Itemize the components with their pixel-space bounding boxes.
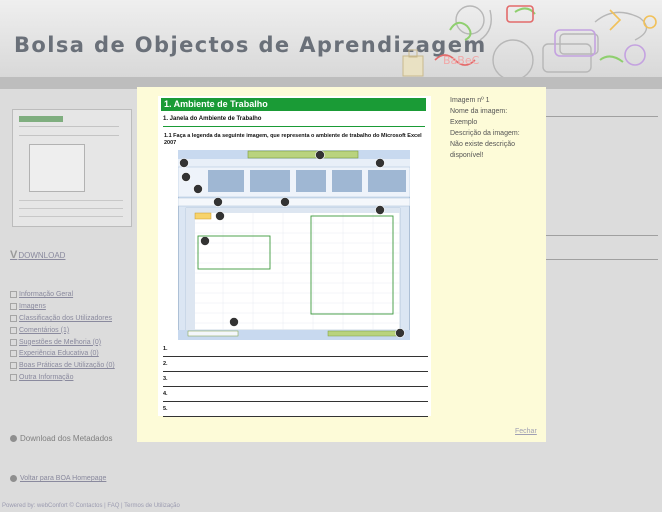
document-banner: 1. Ambiente de Trabalho	[161, 98, 426, 111]
plus-box-icon	[10, 303, 17, 311]
header-illustration: BaBeC	[402, 5, 657, 81]
download-link[interactable]: VDOWNLOAD	[10, 249, 65, 261]
plus-box-icon	[10, 338, 17, 346]
sidebar-item-boas-praticas[interactable]: Boas Práticas de Utilização (0)	[10, 360, 115, 372]
plus-box-icon	[10, 373, 17, 381]
sidebar-item-classificacao[interactable]: Classificação dos Utilizadores	[10, 313, 115, 325]
footer: Powered by: webConfort © Contactos | FAQ…	[2, 503, 180, 509]
image-number: Imagem nº 1	[450, 97, 490, 104]
divider	[545, 235, 658, 236]
subtitle-underline	[163, 126, 425, 127]
plus-box-icon	[10, 291, 17, 299]
document-subtitle: 1. Janela do Ambiente de Trabalho	[163, 116, 262, 122]
home-icon	[10, 475, 17, 482]
sidebar-item-comentarios[interactable]: Comentários (1)	[10, 324, 115, 336]
sidebar-item-sugestoes[interactable]: Sugestões de Melhoria (0)	[10, 336, 115, 348]
answer-line: 1.	[163, 346, 428, 361]
download-label: DOWNLOAD	[18, 251, 66, 260]
metadata-download-link[interactable]: Download dos Metadados	[10, 434, 113, 443]
image-name-label: Nome da imagem:	[450, 108, 508, 115]
image-description-label: Descrição da imagem:	[450, 130, 520, 137]
thumbnail-figure	[29, 144, 85, 192]
sidebar-item-experiencia[interactable]: Experiência Educativa (0)	[10, 348, 115, 360]
svg-text:BaBeC: BaBeC	[443, 54, 480, 67]
image-name-value: Exemplo	[450, 119, 478, 126]
divider	[545, 259, 658, 260]
image-info-panel: Imagem nº 1 Nome da imagem: Exemplo Desc…	[450, 95, 544, 161]
answer-line: 4.	[163, 391, 428, 406]
thumbnail-rule	[19, 216, 123, 217]
thumbnail-rule	[19, 208, 123, 209]
sidebar-item-outra-informacao[interactable]: Outra Informação	[10, 372, 115, 384]
site-header: Bolsa de Objectos de Aprendizagem BaBeC	[0, 0, 662, 88]
image-description-value: Não existe descrição disponível!	[450, 141, 515, 159]
image-lightbox: 1. Ambiente de Trabalho 1. Janela do Amb…	[137, 87, 546, 442]
plus-box-icon	[10, 326, 17, 334]
document-image: 1. Ambiente de Trabalho 1. Janela do Amb…	[158, 96, 431, 417]
plus-box-icon	[10, 314, 17, 322]
divider	[545, 116, 658, 117]
excel-screenshot	[178, 150, 410, 340]
answer-line: 3.	[163, 376, 428, 391]
disk-icon	[10, 435, 17, 442]
plus-box-icon	[10, 350, 17, 358]
download-icon: V	[10, 249, 18, 261]
answer-line: 5.	[163, 406, 428, 421]
thumbnail-lines	[19, 126, 119, 136]
image-thumbnail[interactable]	[12, 109, 132, 227]
answer-lines: 1. 2. 3. 4. 5.	[163, 346, 428, 421]
answer-line: 2.	[163, 361, 428, 376]
thumbnail-banner	[19, 116, 63, 122]
sidebar-item-informacao-geral[interactable]: Informação Geral	[10, 289, 115, 301]
home-link[interactable]: Voltar para BOA Homepage	[10, 475, 106, 482]
plus-box-icon	[10, 362, 17, 370]
sidebar-item-imagens[interactable]: Imagens	[10, 301, 115, 313]
thumbnail-rule	[19, 200, 123, 201]
document-question: 1.1 Faça a legenda da seguinte imagem, q…	[164, 133, 422, 146]
sidebar-menu: Informação Geral Imagens Classificação d…	[10, 289, 115, 383]
close-button[interactable]: Fechar	[515, 428, 537, 435]
